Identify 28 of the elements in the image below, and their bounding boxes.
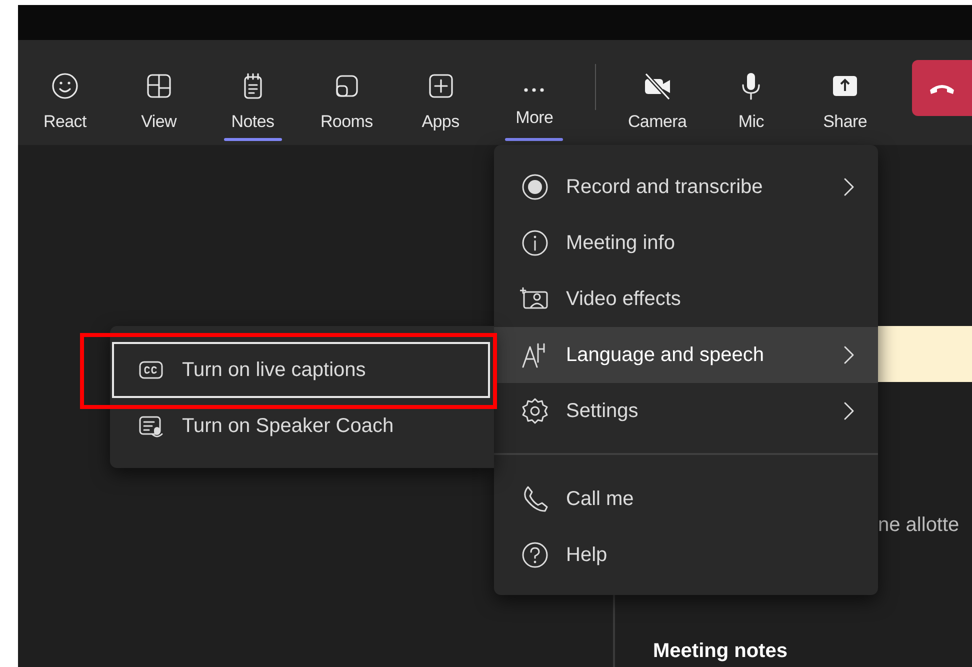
- toolbar-button[interactable]: Mic: [704, 40, 798, 145]
- camera-off-icon: [642, 70, 672, 101]
- record-icon: [520, 172, 550, 202]
- menu-item[interactable]: Turn on Speaker Coach: [112, 398, 490, 454]
- toolbar-button[interactable]: Share: [798, 40, 892, 145]
- menu-item[interactable]: Video effects: [494, 271, 878, 327]
- toolbar-button[interactable]: Apps: [394, 40, 488, 145]
- menu-item[interactable]: Record and transcribe: [494, 159, 878, 215]
- menu-item[interactable]: Settings: [494, 383, 878, 439]
- settings-icon: [520, 396, 550, 426]
- menu-item[interactable]: Call me: [494, 471, 878, 527]
- help-icon: [520, 540, 550, 570]
- toolbar-button[interactable]: React: [18, 40, 112, 145]
- toolbar-button[interactable]: Notes: [206, 40, 300, 145]
- toolbar-button[interactable]: View: [112, 40, 206, 145]
- info-icon: [520, 228, 550, 258]
- menu-item[interactable]: Turn on live captions: [112, 342, 490, 398]
- toolbar-button[interactable]: Rooms: [300, 40, 394, 145]
- leave-button[interactable]: [912, 60, 972, 116]
- smile-icon: [50, 70, 80, 101]
- panel-heading: Meeting notes: [653, 639, 788, 664]
- toolbar-button[interactable]: More: [487, 40, 582, 145]
- toolbar-button[interactable]: Camera: [610, 40, 704, 145]
- panel-text: ne allotte: [878, 513, 960, 538]
- menu-item[interactable]: Language and speech: [494, 327, 878, 383]
- menu-item[interactable]: Help: [494, 527, 878, 583]
- menu-item[interactable]: Meeting info: [494, 215, 878, 271]
- ellipsis-icon: [524, 88, 544, 92]
